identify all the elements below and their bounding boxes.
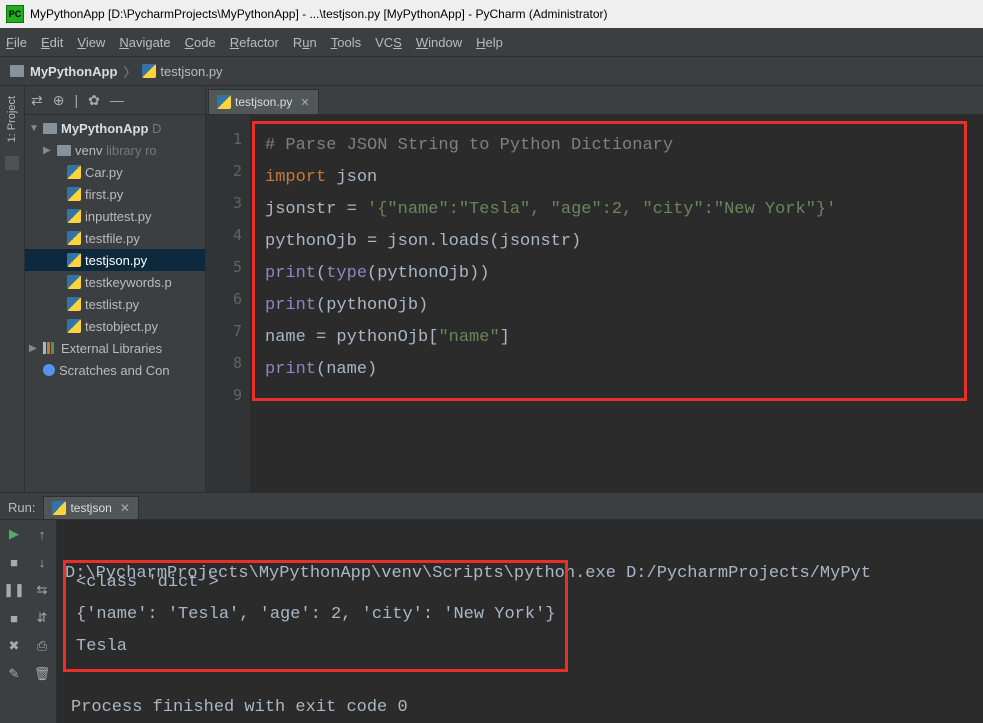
python-file-icon	[142, 64, 156, 78]
menu-refactor[interactable]: Refactor	[230, 35, 279, 50]
menu-file[interactable]: File	[6, 35, 27, 50]
run-toolbar: ▶ ↑ ■ ↓ ❚❚ ⇆ ■ ⇵ ✖ ⎙ ✎ 🗑	[0, 520, 57, 723]
run-console[interactable]: D:\PycharmProjects\MyPythonApp\venv\Scri…	[57, 520, 983, 723]
editor-tab-label: testjson.py	[235, 95, 292, 109]
tree-file-car[interactable]: Car.py	[25, 161, 205, 183]
run-pause-button[interactable]: ❚❚	[0, 576, 28, 604]
line-gutter: 123456789	[206, 115, 250, 492]
chevron-right-icon: 〉	[123, 62, 136, 81]
run-up-button[interactable]: ↑	[28, 520, 56, 548]
menu-view[interactable]: View	[77, 35, 105, 50]
window-titlebar: PC MyPythonApp [D:\PycharmProjects\MyPyt…	[0, 0, 983, 28]
close-run-tab-icon[interactable]: ✕	[120, 501, 130, 515]
tree-file-testlist[interactable]: testlist.py	[25, 293, 205, 315]
run-kill-button[interactable]: ■	[0, 604, 28, 632]
tree-file-first[interactable]: first.py	[25, 183, 205, 205]
collapse-all-icon[interactable]: ⇄	[31, 92, 43, 109]
run-down-button[interactable]: ↓	[28, 548, 56, 576]
hide-icon[interactable]: —	[110, 92, 124, 108]
close-tab-icon[interactable]: ✕	[300, 96, 309, 109]
pycharm-logo-icon: PC	[6, 5, 24, 23]
python-file-icon	[217, 95, 231, 109]
run-label: Run:	[8, 500, 43, 519]
breadcrumb: MyPythonApp 〉 testjson.py	[0, 57, 983, 86]
breadcrumb-file[interactable]: testjson.py	[160, 64, 222, 79]
code-highlight-box: # Parse JSON String to Python Dictionary…	[252, 121, 967, 401]
output-highlight-box: <class 'dict'> {'name': 'Tesla', 'age': …	[63, 560, 568, 672]
code-editor[interactable]: 123456789 # Parse JSON String to Python …	[206, 115, 983, 492]
project-sidebar: ⇄ ⊕ | ✿ — ▼MyPythonApp D ▶venv library r…	[25, 86, 206, 492]
editor-area: testjson.py ✕ 123456789 # Parse JSON Str…	[206, 86, 983, 492]
sidebar-toolbar: ⇄ ⊕ | ✿ —	[25, 86, 205, 115]
run-clear-button[interactable]: ✖	[0, 632, 28, 660]
run-wrap-button[interactable]: ⇵	[28, 604, 56, 632]
run-panel: Run: testjson ✕ ▶ ↑ ■ ↓ ❚❚ ⇆ ■ ⇵ ✖ ⎙ ✎ 🗑	[0, 492, 983, 723]
main-menu: File Edit View Navigate Code Refactor Ru…	[0, 28, 983, 57]
run-play-button[interactable]: ▶	[0, 520, 28, 548]
console-exit-msg: Process finished with exit code 0	[71, 692, 408, 723]
run-print-button[interactable]: ⎙	[28, 632, 56, 660]
gear-icon[interactable]: ✿	[88, 92, 100, 109]
folder-icon	[10, 65, 24, 77]
project-tree: ▼MyPythonApp D ▶venv library ro Car.py f…	[25, 115, 205, 492]
project-tool-tab[interactable]: 1: Project	[4, 90, 20, 148]
menu-run[interactable]: Run	[293, 35, 317, 50]
menu-edit[interactable]: Edit	[41, 35, 63, 50]
menu-tools[interactable]: Tools	[331, 35, 361, 50]
tree-external-libs[interactable]: ▶External Libraries	[25, 337, 205, 359]
menu-window[interactable]: Window	[416, 35, 462, 50]
menu-navigate[interactable]: Navigate	[119, 35, 170, 50]
run-pin-button[interactable]: ✎	[0, 660, 28, 688]
tree-file-testobject[interactable]: testobject.py	[25, 315, 205, 337]
menu-code[interactable]: Code	[185, 35, 216, 50]
menu-help[interactable]: Help	[476, 35, 503, 50]
locate-icon[interactable]: ⊕	[53, 92, 65, 109]
run-tab-testjson[interactable]: testjson ✕	[43, 496, 138, 519]
tree-file-inputtest[interactable]: inputtest.py	[25, 205, 205, 227]
tree-file-testkeywords[interactable]: testkeywords.p	[25, 271, 205, 293]
tree-scratches[interactable]: Scratches and Con	[25, 359, 205, 381]
window-title: MyPythonApp [D:\PycharmProjects\MyPython…	[30, 7, 608, 21]
run-trash-button[interactable]: 🗑	[28, 660, 56, 688]
toolbar-sep: |	[74, 92, 78, 108]
breadcrumb-project[interactable]: MyPythonApp	[30, 64, 117, 79]
menu-vcs[interactable]: VCS	[375, 35, 402, 50]
tree-file-testfile[interactable]: testfile.py	[25, 227, 205, 249]
run-stop-button[interactable]: ■	[0, 548, 28, 576]
left-gutter: 1: Project	[0, 86, 25, 492]
python-file-icon	[52, 501, 66, 515]
tree-file-testjson[interactable]: testjson.py	[25, 249, 205, 271]
tree-venv[interactable]: ▶venv library ro	[25, 139, 205, 161]
editor-tab-testjson[interactable]: testjson.py ✕	[208, 89, 319, 114]
run-step-button[interactable]: ⇆	[28, 576, 56, 604]
editor-tabs: testjson.py ✕	[206, 86, 983, 115]
tree-root[interactable]: ▼MyPythonApp D	[25, 117, 205, 139]
bookmarks-tool-icon[interactable]	[5, 156, 19, 170]
